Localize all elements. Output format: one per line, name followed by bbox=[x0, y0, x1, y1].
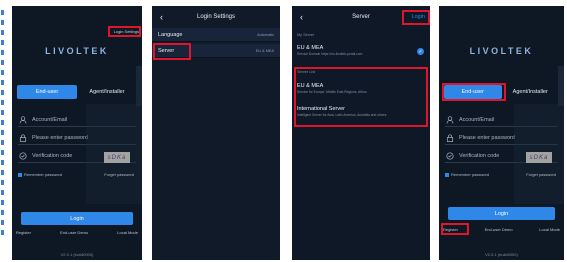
login-settings-screen: ‹ Login Settings Language Automatic Serv… bbox=[152, 6, 280, 260]
remember-password[interactable]: Remember password bbox=[445, 172, 489, 177]
bottom-links: Register End-user Demo Local Mode bbox=[16, 230, 138, 235]
page-title: Login Settings bbox=[196, 14, 236, 20]
check-icon: ✓ bbox=[417, 48, 424, 55]
highlight-box bbox=[108, 26, 141, 37]
register-link[interactable]: Register bbox=[16, 230, 31, 235]
brand-logo: LIVOLTEK bbox=[469, 46, 534, 56]
login-screen: Login Settings LIVOLTEK End-user Agent/I… bbox=[12, 6, 142, 260]
row-value: EU & MEA bbox=[255, 48, 274, 53]
login-screen-annotated: LIVOLTEK End-user Agent/Installer Accoun… bbox=[439, 6, 564, 260]
local-mode-link[interactable]: Local Mode bbox=[117, 230, 138, 235]
lock-icon bbox=[18, 133, 27, 142]
account-placeholder: Account/Email bbox=[32, 116, 68, 123]
highlight-box bbox=[153, 43, 191, 60]
brand-logo: LIVOLTEK bbox=[45, 46, 109, 56]
nav-bar: ‹ Login Settings bbox=[152, 6, 280, 28]
highlight-box bbox=[402, 10, 430, 25]
account-placeholder: Account/Email bbox=[459, 116, 495, 123]
lock-icon bbox=[445, 133, 454, 142]
highlight-box bbox=[442, 83, 506, 101]
login-button[interactable]: Login bbox=[21, 212, 133, 225]
verification-placeholder: Verification code bbox=[459, 152, 500, 159]
scroll-indicator bbox=[558, 66, 564, 106]
back-chevron-icon[interactable]: ‹ bbox=[160, 12, 163, 22]
page-edge-markers bbox=[1, 10, 4, 240]
overlay-panel bbox=[86, 104, 142, 204]
password-placeholder: Please enter password bbox=[32, 134, 88, 141]
remember-label: Remember password bbox=[24, 172, 63, 177]
remember-label: Remember password bbox=[451, 172, 490, 177]
overlay-panel bbox=[514, 104, 564, 204]
row-value: Automatic bbox=[257, 32, 274, 37]
demo-link[interactable]: End-user Demo bbox=[485, 227, 513, 232]
server-name: EU & MEA bbox=[297, 45, 324, 51]
forgot-password-link[interactable]: Forget password bbox=[526, 172, 556, 177]
login-button[interactable]: Login bbox=[448, 207, 555, 220]
page-title: Server bbox=[352, 14, 370, 20]
highlight-box bbox=[441, 223, 469, 235]
verification-placeholder: Verification code bbox=[32, 152, 73, 159]
shield-check-icon bbox=[445, 151, 454, 160]
server-screen: ‹ Server Login My Server EU & MEA Servic… bbox=[292, 6, 430, 260]
checkbox-icon bbox=[18, 172, 22, 177]
shield-check-icon bbox=[18, 151, 27, 160]
user-icon bbox=[445, 115, 454, 124]
tab-agent-installer[interactable]: Agent/Installer bbox=[502, 85, 560, 99]
row-label: Language bbox=[158, 31, 183, 38]
forgot-password-link[interactable]: Forget password bbox=[104, 172, 134, 177]
checkbox-icon bbox=[445, 172, 449, 177]
app-version: V2.0.1 (build0000) bbox=[60, 252, 94, 257]
tab-agent-installer[interactable]: Agent/Installer bbox=[77, 85, 137, 99]
local-mode-link[interactable]: Local Mode bbox=[539, 227, 560, 232]
highlight-box bbox=[294, 67, 428, 127]
scroll-indicator bbox=[136, 66, 142, 106]
user-icon bbox=[18, 115, 27, 124]
tab-end-user[interactable]: End-user bbox=[17, 85, 77, 99]
back-chevron-icon[interactable]: ‹ bbox=[300, 12, 303, 22]
user-type-tabs: End-user Agent/Installer bbox=[17, 85, 137, 99]
server-desc: Service Domain https://eu-livoltek-porta… bbox=[297, 52, 363, 56]
settings-row-language[interactable]: Language Automatic bbox=[152, 28, 280, 42]
demo-link[interactable]: End-user Demo bbox=[60, 230, 88, 235]
current-server[interactable]: EU & MEA Service Domain https://eu-livol… bbox=[297, 45, 425, 56]
remember-password[interactable]: Remember password bbox=[18, 172, 62, 177]
password-placeholder: Please enter password bbox=[459, 134, 515, 141]
app-version: V2.0.1 (build0000) bbox=[485, 252, 518, 257]
my-server-label: My Server bbox=[297, 33, 315, 37]
